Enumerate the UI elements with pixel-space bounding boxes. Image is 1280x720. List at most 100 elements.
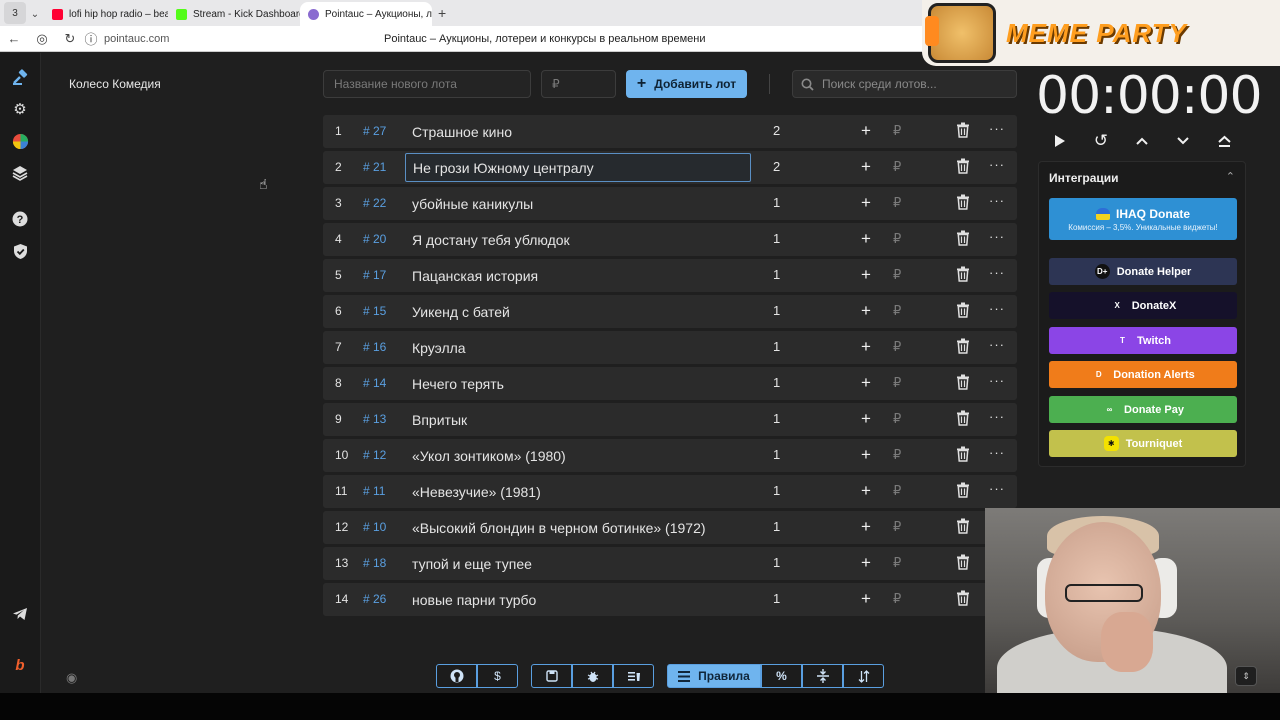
reload-icon[interactable]: ↻: [56, 31, 84, 47]
scroll-updown-icon[interactable]: ⇕: [1235, 666, 1257, 686]
browser-tab-pointauc[interactable]: Pointauc – Аукционы, л ✕: [300, 2, 432, 26]
ruble-icon[interactable]: ₽: [893, 483, 901, 499]
new-tab-icon[interactable]: +: [438, 5, 446, 21]
delete-trash-icon[interactable]: [956, 446, 972, 464]
lot-amount[interactable]: 1: [773, 411, 780, 426]
delete-trash-icon[interactable]: [956, 158, 972, 176]
lot-amount[interactable]: 1: [773, 195, 780, 210]
lot-id-tag[interactable]: # 16: [363, 340, 386, 354]
clear-list-icon[interactable]: [613, 664, 654, 688]
ruble-icon[interactable]: ₽: [893, 231, 901, 247]
more-options-icon[interactable]: ···: [989, 157, 1005, 172]
lot-id-tag[interactable]: # 15: [363, 304, 386, 318]
lot-amount[interactable]: 1: [773, 591, 780, 606]
lot-search-input[interactable]: Поиск среди лотов...: [792, 70, 1017, 98]
ruble-icon[interactable]: ₽: [893, 411, 901, 427]
add-amount-icon[interactable]: +: [861, 589, 871, 609]
ruble-icon[interactable]: ₽: [893, 339, 901, 355]
lot-amount[interactable]: 1: [773, 375, 780, 390]
more-options-icon[interactable]: ···: [989, 301, 1005, 316]
integration-button-donate-pay[interactable]: ∞ Donate Pay: [1049, 396, 1237, 423]
lot-amount[interactable]: 1: [773, 267, 780, 282]
lot-name-field[interactable]: Уикенд с батей: [405, 297, 751, 326]
more-options-icon[interactable]: ···: [989, 265, 1005, 280]
lot-amount[interactable]: 1: [773, 447, 780, 462]
donate-dollar-icon[interactable]: $: [477, 664, 518, 688]
delete-trash-icon[interactable]: [956, 410, 972, 428]
ruble-icon[interactable]: ₽: [893, 195, 901, 211]
ruble-icon[interactable]: ₽: [893, 159, 901, 175]
lot-id-tag[interactable]: # 22: [363, 196, 386, 210]
add-amount-icon[interactable]: +: [861, 121, 871, 141]
add-amount-icon[interactable]: +: [861, 265, 871, 285]
ruble-icon[interactable]: ₽: [893, 447, 901, 463]
sort-icon[interactable]: [843, 664, 884, 688]
add-amount-icon[interactable]: +: [861, 301, 871, 321]
ruble-icon[interactable]: ₽: [893, 375, 901, 391]
wheel-icon[interactable]: [10, 131, 30, 151]
decrease-time-icon[interactable]: [1173, 130, 1193, 152]
save-icon[interactable]: [531, 664, 572, 688]
integration-button-twitch[interactable]: T Twitch: [1049, 327, 1237, 354]
more-options-icon[interactable]: ···: [989, 193, 1005, 208]
settings-gear-icon[interactable]: ⚙: [10, 99, 30, 119]
lot-id-tag[interactable]: # 10: [363, 520, 386, 534]
integration-button-donation-alerts[interactable]: D Donation Alerts: [1049, 361, 1237, 388]
delete-trash-icon[interactable]: [956, 302, 972, 320]
ruble-icon[interactable]: ₽: [893, 519, 901, 535]
add-amount-icon[interactable]: +: [861, 229, 871, 249]
increase-time-icon[interactable]: [1132, 130, 1152, 152]
lot-name-field[interactable]: Впритык: [405, 405, 751, 434]
lot-amount[interactable]: 1: [773, 519, 780, 534]
lot-amount[interactable]: 1: [773, 303, 780, 318]
lot-name-field[interactable]: Круэлла: [405, 333, 751, 362]
ihaq-donate-button[interactable]: IHAQ Donate Комиссия – 3,5%. Уникальные …: [1049, 198, 1237, 240]
lot-name-field[interactable]: Страшное кино: [405, 117, 751, 146]
lot-id-tag[interactable]: # 20: [363, 232, 386, 246]
shield-check-icon[interactable]: [10, 241, 30, 261]
more-options-icon[interactable]: ···: [989, 409, 1005, 424]
new-lot-amount-input[interactable]: ₽: [541, 70, 616, 98]
add-amount-icon[interactable]: +: [861, 481, 871, 501]
lot-name-field[interactable]: «Невезучие» (1981): [405, 477, 751, 506]
lot-id-tag[interactable]: # 12: [363, 448, 386, 462]
lot-name-field[interactable]: «Укол зонтиком» (1980): [405, 441, 751, 470]
visibility-eye-icon[interactable]: ◉: [66, 670, 77, 686]
tab-list-chevron-icon[interactable]: ⌄: [26, 9, 44, 20]
percent-icon[interactable]: %: [761, 664, 802, 688]
lot-id-tag[interactable]: # 17: [363, 268, 386, 282]
help-icon[interactable]: ?: [10, 209, 30, 229]
layers-icon[interactable]: [10, 163, 30, 183]
ruble-icon[interactable]: ₽: [893, 123, 901, 139]
add-amount-icon[interactable]: +: [861, 445, 871, 465]
ruble-icon[interactable]: ₽: [893, 303, 901, 319]
double-up-icon[interactable]: [1214, 130, 1234, 152]
add-lot-button[interactable]: + Добавить лот: [626, 70, 747, 98]
ruble-icon[interactable]: ₽: [893, 555, 901, 571]
more-options-icon[interactable]: ···: [989, 337, 1005, 352]
lot-name-field[interactable]: Пацанская история: [405, 261, 751, 290]
lot-amount[interactable]: 1: [773, 555, 780, 570]
integration-button-tourniquet[interactable]: ✱ Tourniquet: [1049, 430, 1237, 457]
collapse-chevron-icon[interactable]: ⌃: [1226, 170, 1235, 183]
more-options-icon[interactable]: ···: [989, 445, 1005, 460]
bug-icon[interactable]: [572, 664, 613, 688]
delete-trash-icon[interactable]: [956, 590, 972, 608]
add-amount-icon[interactable]: +: [861, 517, 871, 537]
more-options-icon[interactable]: ···: [989, 121, 1005, 136]
compact-view-icon[interactable]: [802, 664, 843, 688]
lot-id-tag[interactable]: # 26: [363, 592, 386, 606]
add-amount-icon[interactable]: +: [861, 409, 871, 429]
telegram-icon[interactable]: [10, 604, 30, 624]
lot-name-field[interactable]: Не грози Южному централу: [405, 153, 751, 182]
add-amount-icon[interactable]: +: [861, 373, 871, 393]
more-options-icon[interactable]: ···: [989, 229, 1005, 244]
delete-trash-icon[interactable]: [956, 482, 972, 500]
lot-name-field[interactable]: «Высокий блондин в черном ботинке» (1972…: [405, 513, 751, 542]
lot-name-field[interactable]: тупой и еще тупее: [405, 549, 751, 578]
lot-id-tag[interactable]: # 14: [363, 376, 386, 390]
more-options-icon[interactable]: ···: [989, 373, 1005, 388]
delete-trash-icon[interactable]: [956, 194, 972, 212]
shield-icon[interactable]: ◎: [28, 31, 56, 47]
github-icon[interactable]: [436, 664, 477, 688]
